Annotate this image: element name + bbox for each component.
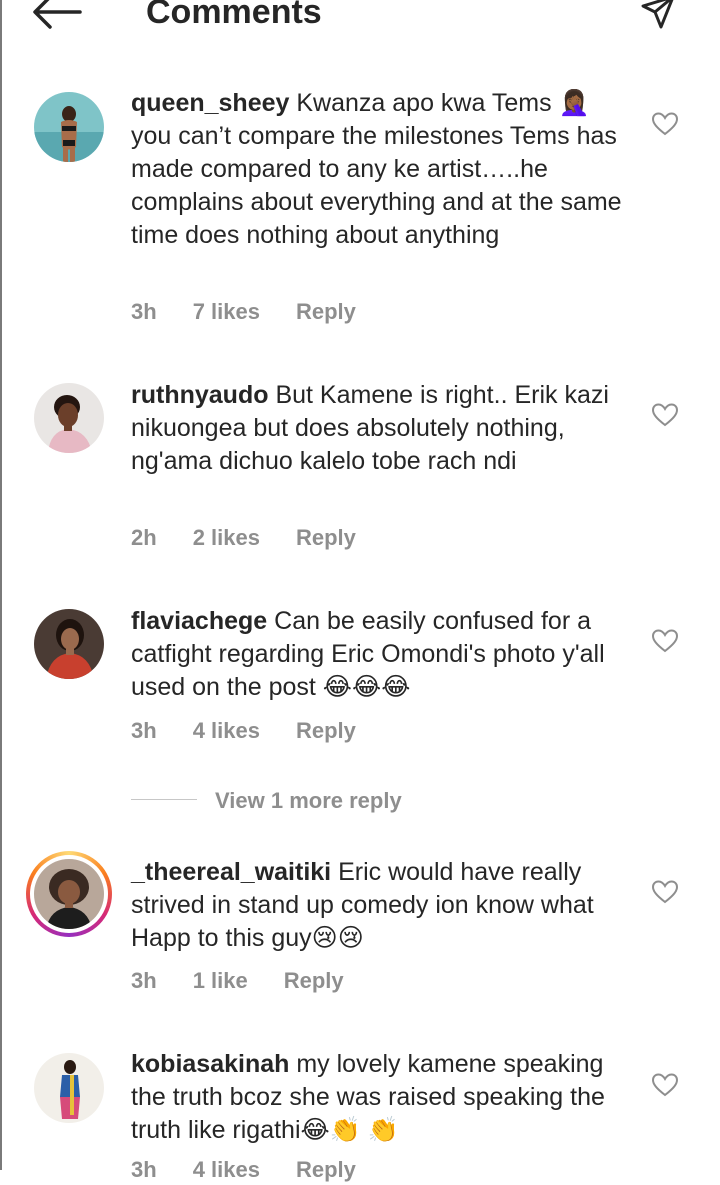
page-title: Comments [146,0,322,31]
heart-icon[interactable] [652,880,678,904]
heart-icon[interactable] [652,1073,678,1097]
comment-meta: 3h 4 likes Reply [131,1155,392,1185]
paper-plane-icon[interactable] [640,0,676,30]
comment-username[interactable]: _theereal_waitiki [131,858,331,886]
comment-meta: 2h 2 likes Reply [131,523,392,553]
comment-likes[interactable]: 7 likes [193,299,260,324]
comment-username[interactable]: queen_sheey [131,89,289,117]
comment-likes[interactable]: 1 like [193,968,248,993]
comment-time: 2h [131,525,157,550]
comment-text-block: ruthnyaudo But Kamene is right.. Erik ka… [131,379,626,478]
avatar-with-story-ring[interactable] [26,851,112,937]
comments-header: Comments [0,0,720,31]
comment-text-block: flaviachege Can be easily confused for a… [131,605,626,704]
reply-button[interactable]: Reply [296,299,356,324]
page-edge [0,0,2,1170]
heart-icon[interactable] [652,403,678,427]
comment-meta: 3h 1 like Reply [131,966,380,996]
comment-likes[interactable]: 2 likes [193,525,260,550]
comment-text-block: _theereal_waitiki Eric would have really… [131,856,626,955]
arrow-left-icon[interactable] [30,0,82,30]
reply-thread-line [131,799,197,800]
comment-time: 3h [131,299,157,324]
comment-time: 3h [131,718,157,743]
comment-likes[interactable]: 4 likes [193,718,260,743]
comment-meta: 3h 7 likes Reply [131,297,392,327]
view-more-replies-label: View 1 more reply [215,788,402,813]
avatar[interactable] [34,1053,104,1123]
reply-button[interactable]: Reply [284,968,344,993]
comment-time: 3h [131,968,157,993]
comment-meta: 3h 4 likes Reply [131,716,392,746]
comment-text-block: queen_sheey Kwanza apo kwa Tems 🤦🏾‍♀️ yo… [131,87,626,252]
avatar[interactable] [34,609,104,679]
avatar[interactable] [34,92,104,162]
heart-icon[interactable] [652,629,678,653]
comment-text-block: kobiasakinah my lovely kamene speaking t… [131,1048,626,1147]
comment-username[interactable]: kobiasakinah [131,1050,289,1078]
reply-button[interactable]: Reply [296,718,356,743]
comment-username[interactable]: flaviachege [131,607,267,635]
avatar[interactable] [34,383,104,453]
comment-username[interactable]: ruthnyaudo [131,381,269,409]
heart-icon[interactable] [652,112,678,136]
reply-button[interactable]: Reply [296,525,356,550]
